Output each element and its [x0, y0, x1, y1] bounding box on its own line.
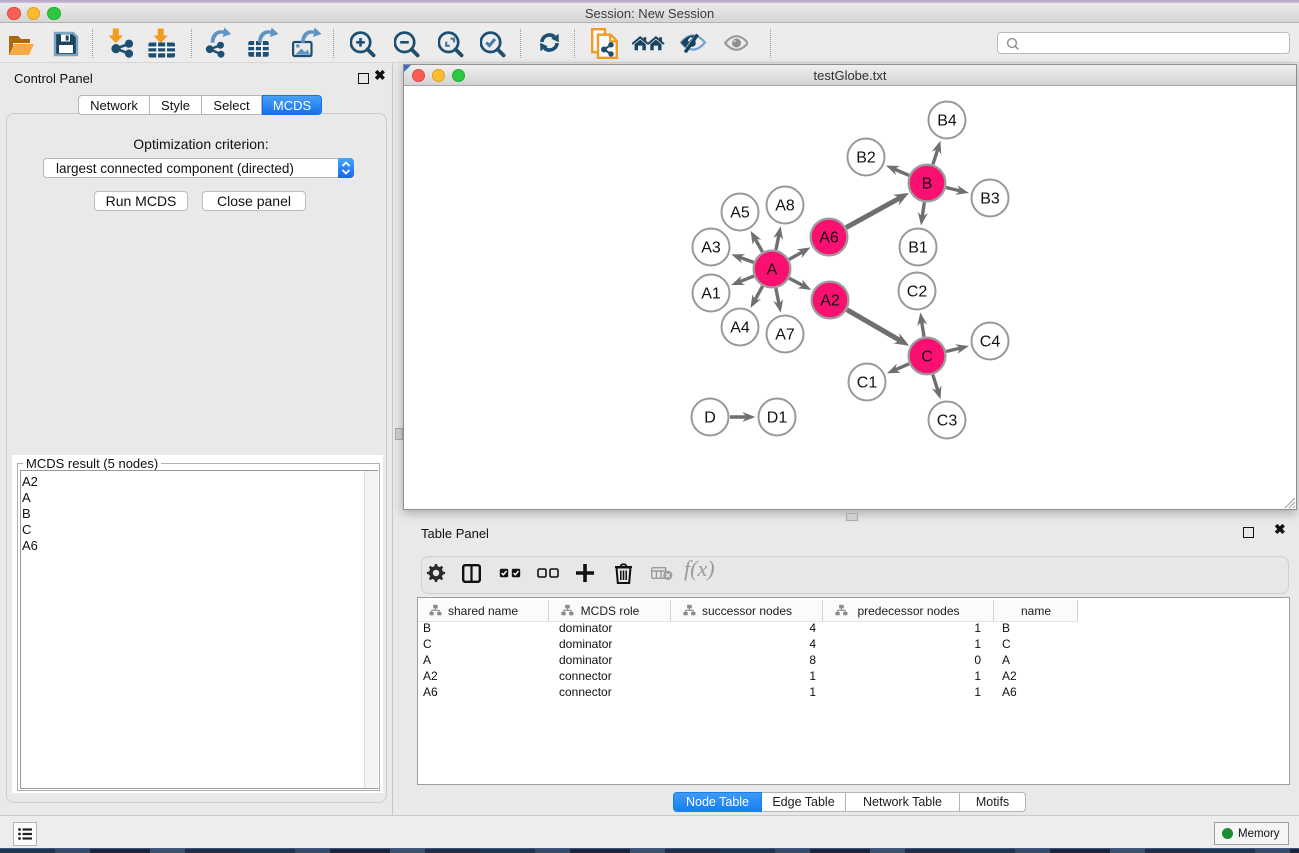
svg-text:A: A — [767, 262, 778, 279]
svg-text:C1: C1 — [857, 375, 878, 392]
svg-text:D1: D1 — [767, 410, 788, 427]
svg-text:B4: B4 — [937, 113, 957, 130]
svg-text:A1: A1 — [701, 286, 721, 303]
svg-text:A8: A8 — [775, 198, 795, 215]
svg-text:B: B — [922, 176, 933, 193]
svg-text:B1: B1 — [908, 240, 928, 257]
svg-text:C4: C4 — [980, 334, 1001, 351]
svg-text:A5: A5 — [730, 205, 750, 222]
svg-text:B3: B3 — [980, 191, 1000, 208]
svg-text:C: C — [921, 349, 933, 366]
svg-text:A3: A3 — [701, 240, 721, 257]
svg-text:C2: C2 — [907, 284, 928, 301]
svg-text:D: D — [704, 410, 716, 427]
svg-text:A7: A7 — [775, 327, 795, 344]
svg-text:A2: A2 — [820, 293, 840, 310]
svg-text:A6: A6 — [819, 230, 839, 247]
svg-text:C3: C3 — [937, 413, 958, 430]
svg-text:A4: A4 — [730, 320, 750, 337]
svg-text:B2: B2 — [856, 150, 876, 167]
